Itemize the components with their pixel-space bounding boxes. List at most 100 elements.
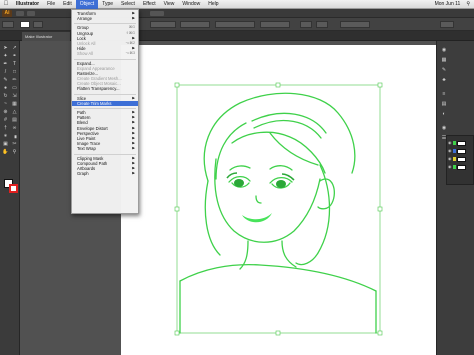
face-outline: [214, 158, 321, 243]
menu-select[interactable]: Select: [117, 1, 139, 7]
transparency-panel-icon[interactable]: ◐: [440, 111, 448, 118]
eye-icon[interactable]: ◉: [448, 165, 452, 169]
appearance-panel-icon[interactable]: ◉: [440, 125, 448, 132]
zoom-icon[interactable]: ⚲: [11, 149, 18, 155]
menu-separator: [74, 106, 136, 109]
magic-wand-icon[interactable]: ✦: [2, 53, 9, 59]
gradient-icon[interactable]: ▤: [11, 117, 18, 123]
menu-item-graph[interactable]: Graph ▶: [72, 171, 138, 176]
opacity-field[interactable]: [260, 21, 290, 28]
stroke-color-swatch[interactable]: [9, 184, 18, 193]
layer-row[interactable]: ◉: [448, 164, 473, 170]
shape-builder-icon[interactable]: ⊕: [2, 109, 9, 115]
hair-outline: [203, 92, 356, 182]
nose: [255, 195, 262, 204]
clock-text: Mon Jun 11: [434, 1, 461, 7]
stroke-panel-icon[interactable]: ≡: [440, 91, 448, 98]
line-icon[interactable]: /: [2, 69, 9, 75]
workspace-switcher-button[interactable]: [150, 11, 164, 16]
lasso-icon[interactable]: ⚭: [11, 53, 18, 59]
blend-icon[interactable]: ∞: [11, 125, 18, 131]
menu-item-arrange[interactable]: Arrange ▶: [72, 16, 138, 21]
symbols-panel-icon[interactable]: ♣: [440, 77, 448, 84]
menu-item-create-trim-marks[interactable]: Create Trim Marks: [72, 100, 138, 106]
stroke-weight-field[interactable]: [150, 21, 176, 28]
gradient-panel-icon[interactable]: ▤: [440, 101, 448, 108]
color-panel-icon[interactable]: ◉: [440, 47, 448, 54]
eye-icon[interactable]: ◉: [448, 149, 452, 153]
menu-item-label: Flatten Transparency...: [77, 86, 120, 92]
menu-separator: [74, 57, 136, 60]
rectangle-icon[interactable]: □: [11, 69, 18, 75]
menu-file[interactable]: File: [43, 1, 59, 7]
swatches-panel-icon[interactable]: ▦: [440, 57, 448, 64]
menu-window[interactable]: Window: [178, 1, 204, 7]
hair-inner: [215, 122, 247, 180]
spotlight-icon[interactable]: ⚲: [466, 1, 470, 7]
symbol-sprayer-icon[interactable]: ∗: [2, 133, 9, 139]
perspective-icon[interactable]: △: [11, 109, 18, 115]
warp-icon[interactable]: ~: [2, 101, 9, 107]
menu-help[interactable]: Help: [204, 1, 222, 7]
panel-menu-button[interactable]: [440, 21, 454, 28]
stroke-swatch[interactable]: [33, 21, 43, 28]
mesh-icon[interactable]: #: [2, 117, 9, 123]
eyedropper-icon[interactable]: †: [2, 125, 9, 131]
menu-type[interactable]: Type: [98, 1, 117, 7]
style-dropdown[interactable]: [215, 21, 255, 28]
panel-dock: ◉ ▦ ✎ ♣ ≡ ▤ ◐ ◉ ☰: [436, 41, 474, 355]
menu-effect[interactable]: Effect: [139, 1, 160, 7]
menu-item-show-all[interactable]: Show All ⌥⌘3: [72, 51, 138, 56]
right-eyebrow: [269, 165, 293, 171]
eraser-icon[interactable]: ▭: [11, 85, 18, 91]
eye-icon[interactable]: ◉: [448, 157, 452, 161]
menu-view[interactable]: View: [160, 1, 179, 7]
fill-swatch[interactable]: [20, 21, 30, 28]
arrange-documents-button[interactable]: [27, 11, 35, 16]
left-iris: [234, 179, 244, 187]
brush-definition-dropdown[interactable]: [180, 21, 210, 28]
layer-row[interactable]: ◉: [448, 156, 473, 162]
free-transform-icon[interactable]: ▦: [11, 101, 18, 107]
graph-icon[interactable]: ▗: [11, 133, 18, 139]
type-icon[interactable]: T: [11, 61, 18, 67]
menu-illustrator[interactable]: Illustrator: [12, 1, 43, 7]
eye-icon[interactable]: ◉: [448, 141, 452, 145]
layer-thumbnail: [457, 156, 466, 162]
menu-item-text-wrap[interactable]: Text Wrap ▶: [72, 146, 138, 151]
selection-icon[interactable]: ➤: [2, 45, 9, 51]
menu-item-flatten-transparency[interactable]: Flatten Transparency...: [72, 86, 138, 91]
direct-selection-icon[interactable]: ↗: [11, 45, 18, 51]
document-tab[interactable]: Make Illustrator: [22, 32, 70, 41]
layer-thumbnail: [457, 140, 466, 146]
menu-item-label: Text Wrap: [77, 146, 96, 152]
artboard-icon[interactable]: ▣: [2, 141, 9, 147]
pen-icon[interactable]: ✒: [2, 61, 9, 67]
apple-icon[interactable]: : [0, 1, 12, 7]
menu-shortcut: ⌥⌘3: [125, 51, 135, 56]
align-icon[interactable]: [300, 21, 312, 28]
menu-separator: [74, 152, 136, 155]
menu-edit[interactable]: Edit: [59, 1, 76, 7]
bridge-button[interactable]: [16, 11, 24, 16]
transform-icon[interactable]: [316, 21, 328, 28]
scale-icon[interactable]: ⇲: [11, 93, 18, 99]
paintbrush-icon[interactable]: ✎: [2, 77, 9, 83]
brushes-panel-icon[interactable]: ✎: [440, 67, 448, 74]
selection-bounding-box: [176, 84, 381, 334]
slice-icon[interactable]: ✂: [11, 141, 18, 147]
illustrator-logo-icon: Ai: [2, 10, 12, 17]
layer-color: [453, 149, 456, 153]
rotate-icon[interactable]: ↻: [2, 93, 9, 99]
menu-separator: [74, 21, 136, 25]
layer-thumbnail: [457, 148, 466, 154]
recolor-artwork-button[interactable]: [340, 21, 370, 28]
menu-object[interactable]: Object: [75, 0, 99, 9]
submenu-arrow-icon: ▶: [132, 146, 135, 151]
layer-row[interactable]: ◉: [448, 140, 473, 146]
hand-icon[interactable]: ✋: [2, 149, 9, 155]
layer-row[interactable]: ◉: [448, 148, 473, 154]
pencil-icon[interactable]: ✏: [11, 77, 18, 83]
layers-panel: ◉ ◉ ◉ ◉: [446, 135, 474, 185]
blob-brush-icon[interactable]: ●: [2, 85, 9, 91]
